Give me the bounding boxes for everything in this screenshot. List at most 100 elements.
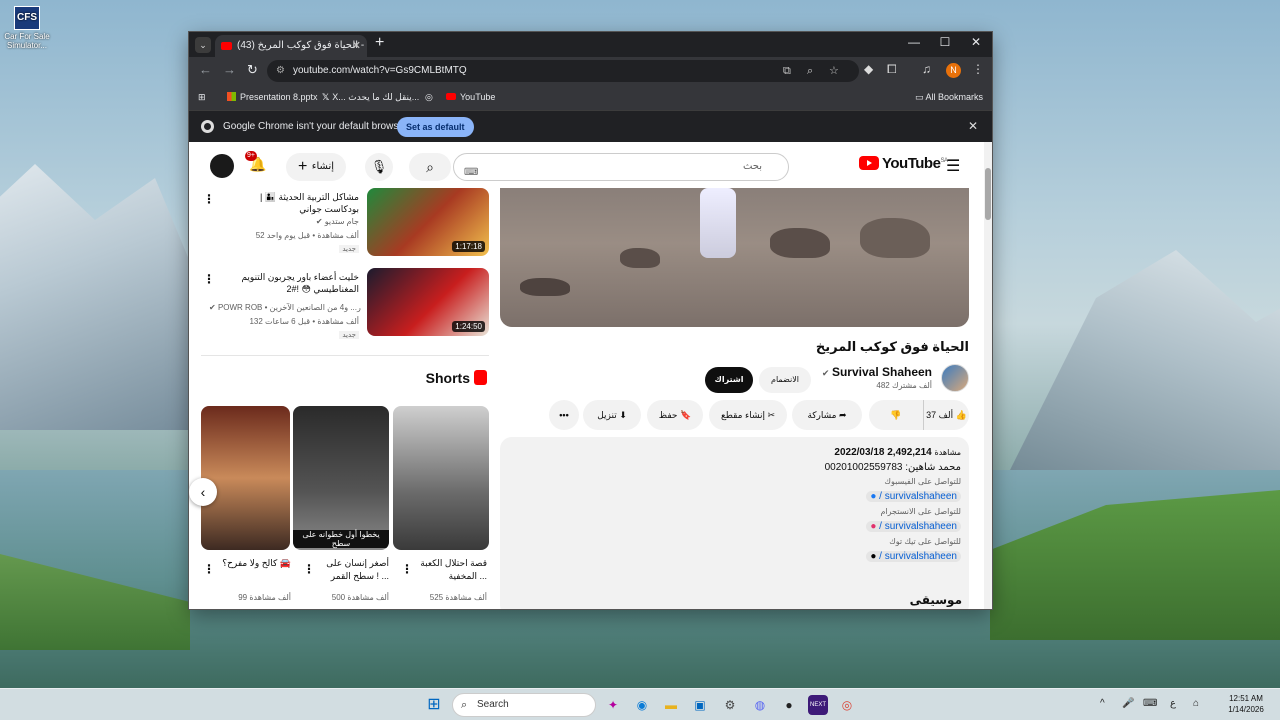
short-title[interactable]: كالح ولا مفرح؟ 🚘 <box>219 557 291 570</box>
github-icon[interactable]: ● <box>779 695 799 715</box>
infobar-close-icon[interactable]: ✕ <box>968 119 978 133</box>
bookmark-globe[interactable]: ◎ <box>425 92 433 103</box>
bookmark-x[interactable]: 𝕏 X... ينقل لك ما يحدث... <box>322 92 419 103</box>
short-thumbnail[interactable] <box>393 406 489 550</box>
related-meta: 132 ألف مشاهدة • قبل 6 ساعات <box>249 317 359 326</box>
tiktok-link[interactable]: ● / survivalshaheen <box>866 551 961 562</box>
description-box[interactable]: 2022/03/18 مشاهدة 2,492,214 محمد شاهين: … <box>500 437 969 609</box>
taskbar: ⊞ ⌕ Search ✦ ◉ ▬ ▣ ⚙ ◍ ● NEXT ◎ ^ 🎤 ⌨ ع ⌂… <box>0 688 1280 720</box>
more-options-icon[interactable]: ⋮ <box>203 272 215 286</box>
extension-icon[interactable]: ◆ <box>864 62 873 76</box>
facebook-link[interactable]: ● / survivalshaheen <box>866 491 961 502</box>
more-options-icon[interactable]: ⋮ <box>203 192 215 206</box>
notifications-button[interactable]: 🔔 9+ <box>245 151 266 173</box>
youtube-logo[interactable]: YouTubeSA <box>859 155 948 172</box>
settings-gear-icon[interactable]: ⚙ <box>720 695 740 715</box>
chrome-taskbar-icon[interactable]: ◎ <box>837 695 857 715</box>
short-thumbnail[interactable] <box>201 406 290 550</box>
tab-youtube[interactable]: (43) الحياة فوق كوكب المريخ - ✕ <box>215 35 367 57</box>
all-bookmarks[interactable]: ▭ All Bookmarks <box>915 92 983 103</box>
chrome-menu-icon[interactable]: ⋮ <box>972 62 984 76</box>
tray-overflow-icon[interactable]: ^ <box>1100 698 1105 709</box>
page-scrollbar[interactable] <box>984 142 992 609</box>
edge-icon[interactable]: ◉ <box>632 695 652 715</box>
taskbar-search[interactable]: ⌕ Search <box>452 693 596 717</box>
short-thumbnail[interactable]: يخطوا أول خطوانه على سطح <box>293 406 389 550</box>
scissors-icon: ✂ <box>767 410 776 420</box>
apps-grid-icon[interactable]: ⊞ <box>198 92 206 103</box>
reload-button[interactable]: ↻ <box>247 62 258 78</box>
close-tab-icon[interactable]: ✕ <box>352 35 361 57</box>
bookmark-star-icon[interactable]: ☆ <box>829 60 839 82</box>
short-title[interactable]: أصغر إنسان على سطح القمر ! ... <box>315 557 389 583</box>
keyboard-icon[interactable]: ⌨ <box>464 160 478 186</box>
user-avatar[interactable] <box>210 154 234 178</box>
install-app-icon[interactable]: ⧉ <box>783 60 791 82</box>
related-video[interactable]: 1:17:18 مشاكل التربية الحديثة 👨‍👦 | بودك… <box>201 188 489 260</box>
new-tab-button[interactable]: + <box>375 34 384 52</box>
tab-bar: ⌄ (43) الحياة فوق كوكب المريخ - ✕ + — ☐ … <box>189 32 992 57</box>
video-thumbnail[interactable]: 1:24:50 <box>367 268 489 336</box>
zoom-icon[interactable]: ⌕ <box>807 60 813 82</box>
subscribe-button[interactable]: اشتراك <box>705 367 753 393</box>
instagram-link[interactable]: ● / survivalshaheen <box>866 521 961 532</box>
channel-avatar[interactable] <box>941 364 969 392</box>
tiktok-icon: ● <box>870 551 880 562</box>
like-button[interactable]: 37 ألف 👍 <box>923 400 969 430</box>
address-bar[interactable]: ⚙ youtube.com/watch?v=Gs9CMLBtMTQ ⧉ ⌕ ☆ <box>267 60 859 82</box>
site-info-icon[interactable]: ⚙ <box>276 60 285 82</box>
video-thumbnail[interactable]: 1:17:18 <box>367 188 489 256</box>
duration-badge: 1:17:18 <box>452 241 485 252</box>
thumbs-down-icon: 👎 <box>890 410 902 420</box>
dislike-button[interactable]: 👎 <box>869 400 923 430</box>
instagram-label: للتواصل على الانستجرام <box>880 507 961 516</box>
clock[interactable]: 12:51 AM 1/14/2026 <box>1224 693 1268 715</box>
file-explorer-icon[interactable]: ▬ <box>661 695 681 715</box>
back-button[interactable]: ← <box>199 62 212 77</box>
short-title[interactable]: قصة احتلال الكعبة المخفية ... <box>413 557 487 583</box>
store-icon[interactable]: ▣ <box>690 695 710 715</box>
more-options-icon[interactable]: ⋮ <box>401 562 413 576</box>
bookmark-youtube[interactable]: YouTube <box>446 92 495 102</box>
close-window-button[interactable]: ✕ <box>961 35 991 49</box>
wallpaper-mountain-right <box>1000 250 1280 490</box>
minimize-button[interactable]: — <box>899 35 929 49</box>
keyboard-tray-icon[interactable]: ⌨ <box>1143 698 1157 709</box>
extensions-puzzle-icon[interactable]: ⧠ <box>887 62 897 77</box>
verified-icon: ✔ <box>209 303 218 312</box>
media-controls-icon[interactable]: ♫ <box>922 62 931 76</box>
join-button[interactable]: الانضمام <box>759 367 811 393</box>
maximize-button[interactable]: ☐ <box>930 35 960 49</box>
language-icon[interactable]: ع <box>1170 698 1176 709</box>
copilot-icon[interactable]: ✦ <box>603 695 623 715</box>
save-button[interactable]: حفظ 🔖 <box>647 400 703 430</box>
scrollbar-thumb[interactable] <box>985 168 991 220</box>
voice-search-button[interactable]: 🎙 <box>365 153 393 181</box>
more-options-icon[interactable]: ⋮ <box>203 562 215 576</box>
create-button[interactable]: + إنشاء <box>286 153 346 181</box>
network-icon[interactable]: ⌂ <box>1193 698 1199 709</box>
set-default-button[interactable]: Set as default <box>397 117 474 137</box>
search-input[interactable]: ⌨ بحث <box>453 153 789 181</box>
mic-tray-icon[interactable]: 🎤 <box>1122 698 1134 709</box>
clip-button[interactable]: إنشاء مقطع ✂ <box>709 400 787 430</box>
video-player[interactable] <box>500 188 969 327</box>
more-options-icon[interactable]: ⋮ <box>303 562 315 576</box>
share-button[interactable]: مشاركة ➦ <box>792 400 862 430</box>
profile-avatar[interactable]: N <box>946 63 961 78</box>
menu-hamburger-icon[interactable]: ☰ <box>946 156 960 176</box>
folder-icon: ▭ <box>915 92 926 102</box>
desktop-shortcut[interactable]: CFS Car For Sale Simulator... <box>4 6 50 50</box>
related-video[interactable]: 1:24:50 خليت أعضاء باور يجربون التنويم ا… <box>201 268 489 340</box>
forward-button[interactable]: → <box>223 62 236 77</box>
search-button[interactable]: ⌕ <box>409 153 451 181</box>
tab-search-button[interactable]: ⌄ <box>195 37 211 53</box>
more-actions-button[interactable]: ••• <box>549 400 579 430</box>
bookmark-presentation[interactable]: Presentation 8.pptx <box>227 92 318 102</box>
discord-icon[interactable]: ◍ <box>750 695 770 715</box>
app-icon[interactable]: NEXT <box>808 695 828 715</box>
download-button[interactable]: تنزيل ⬇ <box>583 400 641 430</box>
windows-start-icon[interactable]: ⊞ <box>424 695 444 715</box>
facebook-icon: ● <box>870 491 880 502</box>
shorts-prev-button[interactable]: ‹ <box>189 478 217 506</box>
